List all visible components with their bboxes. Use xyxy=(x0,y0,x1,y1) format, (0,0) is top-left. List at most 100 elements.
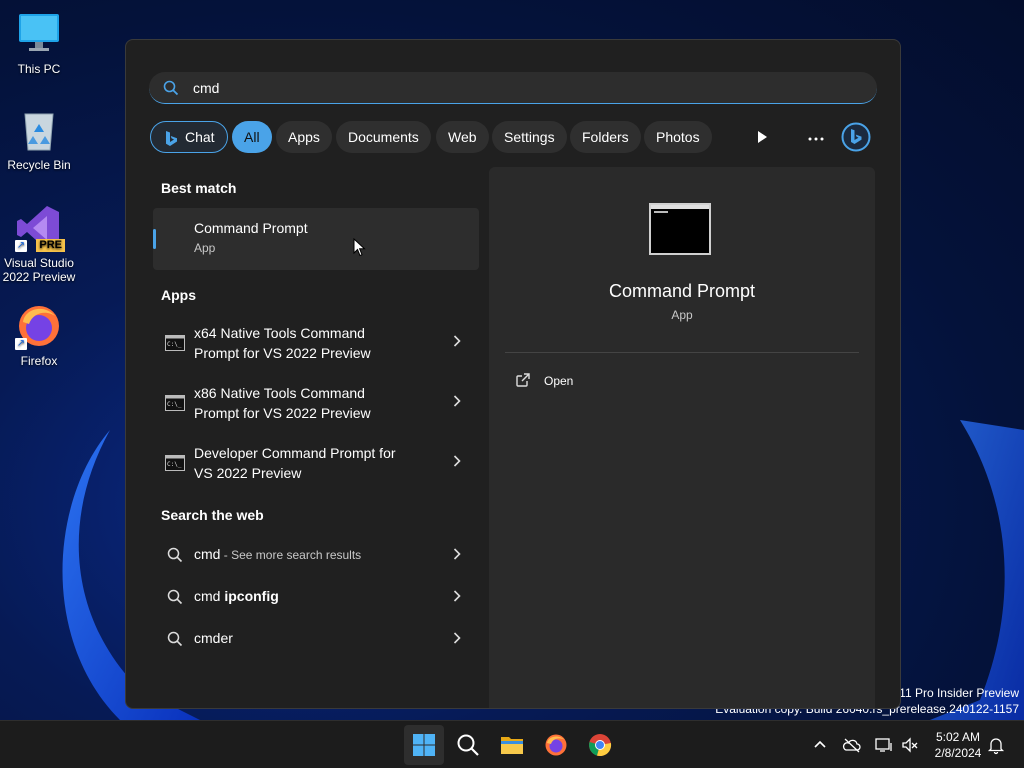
desktop-icon-this-pc[interactable]: This PC xyxy=(0,10,78,76)
best-match-command-prompt[interactable]: Command Prompt App xyxy=(153,208,479,270)
search-input[interactable] xyxy=(191,72,855,104)
app-x64-native-tools[interactable]: C:\_ x64 Native Tools Command Prompt for… xyxy=(153,314,479,372)
chrome-taskbar-button[interactable] xyxy=(580,725,620,765)
svg-text:C:\_: C:\_ xyxy=(167,461,182,468)
filter-label: Web xyxy=(448,129,477,145)
chevron-right-icon[interactable] xyxy=(453,394,461,413)
filter-bar: Chat All Apps Documents Web Settings Fol… xyxy=(150,121,876,153)
web-result-cmd[interactable]: cmd - See more search results xyxy=(153,536,479,574)
recycle-bin-icon xyxy=(15,106,63,154)
command-prompt-icon: C:\_ xyxy=(165,335,185,356)
chevron-right-icon[interactable] xyxy=(453,334,461,353)
filter-web[interactable]: Web xyxy=(436,121,489,153)
command-prompt-icon: C:\_ xyxy=(165,395,185,416)
notification-bell-icon[interactable] xyxy=(986,735,1006,755)
app-line2: VS 2022 Preview xyxy=(194,465,302,481)
file-explorer-button[interactable] xyxy=(492,725,532,765)
open-external-icon xyxy=(515,372,531,393)
app-line1: Developer Command Prompt for xyxy=(194,445,396,461)
web-result-text: cmd - See more search results xyxy=(194,546,361,562)
bing-icon[interactable] xyxy=(840,121,872,153)
filter-folders[interactable]: Folders xyxy=(570,121,641,153)
desktop-icon-label: Recycle Bin xyxy=(7,158,71,172)
web-hint: - See more search results xyxy=(220,548,362,562)
start-button[interactable] xyxy=(404,725,444,765)
web-suggestion: ipconfig xyxy=(224,588,279,604)
onedrive-offline-icon[interactable] xyxy=(842,735,862,755)
search-web-heading: Search the web xyxy=(161,507,264,523)
command-prompt-icon: C:\_ xyxy=(165,455,185,476)
chevron-right-icon[interactable] xyxy=(453,631,461,650)
open-label: Open xyxy=(544,374,574,388)
clock-date: 2/8/2024 xyxy=(934,746,982,760)
apps-heading: Apps xyxy=(161,287,196,303)
preview-subtitle: App xyxy=(671,308,693,322)
preview-pane: Command Prompt App Open xyxy=(489,167,875,708)
filter-label: Documents xyxy=(348,129,419,145)
filter-photos[interactable]: Photos xyxy=(644,121,712,153)
desktop-icon-recycle-bin[interactable]: Recycle Bin xyxy=(0,106,78,172)
clock-time: 5:02 AM xyxy=(935,730,981,744)
app-developer-command-prompt[interactable]: C:\_ Developer Command Prompt for VS 202… xyxy=(153,434,479,492)
filter-chat[interactable]: Chat xyxy=(150,121,228,153)
monitor-icon xyxy=(15,10,63,58)
filter-apps[interactable]: Apps xyxy=(276,121,332,153)
volume-muted-icon[interactable] xyxy=(900,735,920,755)
filter-label: Settings xyxy=(504,129,555,145)
search-panel: Chat All Apps Documents Web Settings Fol… xyxy=(125,39,901,709)
filter-label: Folders xyxy=(582,129,629,145)
filter-label: All xyxy=(244,129,260,145)
svg-text:C:\_: C:\_ xyxy=(167,401,182,408)
web-result-text: cmder xyxy=(194,630,233,646)
command-prompt-large-icon xyxy=(649,203,711,255)
show-hidden-icons-chevron-up-icon[interactable] xyxy=(810,735,830,755)
mouse-cursor-icon xyxy=(353,238,366,257)
shortcut-arrow-icon: ↗ xyxy=(15,338,27,350)
app-line2: Prompt for VS 2022 Preview xyxy=(194,405,371,421)
chrome-icon xyxy=(589,734,612,757)
chevron-right-icon[interactable] xyxy=(453,454,461,473)
clock[interactable]: 5:02 AM 2/8/2024 xyxy=(926,729,990,761)
web-result-cmder[interactable]: cmder xyxy=(153,620,479,658)
search-icon xyxy=(163,80,179,101)
more-filters-play-icon[interactable] xyxy=(746,121,778,153)
best-match-title: Command Prompt xyxy=(194,220,308,236)
app-x86-native-tools[interactable]: C:\_ x86 Native Tools Command Prompt for… xyxy=(153,374,479,432)
best-match-subtitle: App xyxy=(194,241,216,255)
desktop-icon-label: Firefox xyxy=(20,354,58,368)
desktop-icon-label: This PC xyxy=(17,62,61,76)
search-icon xyxy=(167,547,183,568)
desktop-icon-visual-studio[interactable]: PRE ↗ Visual Studio 2022 Preview xyxy=(0,204,78,284)
search-icon xyxy=(167,631,183,652)
filter-label: Chat xyxy=(185,129,215,145)
preview-title: Command Prompt xyxy=(608,281,756,301)
search-icon xyxy=(167,589,183,610)
watermark-line1: s 11 Pro Insider Preview xyxy=(889,686,1019,700)
bing-chat-icon xyxy=(163,128,179,158)
filter-settings[interactable]: Settings xyxy=(492,121,567,153)
chevron-right-icon[interactable] xyxy=(453,547,461,566)
windows-logo-icon xyxy=(413,734,435,756)
firefox-icon xyxy=(545,734,567,756)
desktop-icon-firefox[interactable]: ↗ Firefox xyxy=(0,302,78,368)
filter-documents[interactable]: Documents xyxy=(336,121,431,153)
search-icon xyxy=(457,734,479,756)
selection-indicator xyxy=(153,229,156,249)
chevron-right-icon[interactable] xyxy=(453,589,461,608)
visual-studio-icon: PRE ↗ xyxy=(15,204,65,252)
firefox-taskbar-button[interactable] xyxy=(536,725,576,765)
filter-all[interactable]: All xyxy=(232,121,272,153)
pre-badge: PRE xyxy=(36,239,65,252)
more-options-icon[interactable] xyxy=(800,121,832,153)
svg-text:C:\_: C:\_ xyxy=(167,341,182,348)
search-box[interactable] xyxy=(149,72,877,104)
web-query: cmd xyxy=(194,588,225,604)
network-icon[interactable] xyxy=(874,735,894,755)
taskbar: 5:02 AM 2/8/2024 xyxy=(0,720,1024,768)
taskbar-search-button[interactable] xyxy=(448,725,488,765)
filter-label: Photos xyxy=(656,129,700,145)
app-line1: x86 Native Tools Command xyxy=(194,385,365,401)
web-result-cmd-ipconfig[interactable]: cmd ipconfig xyxy=(153,578,479,616)
divider xyxy=(505,352,859,353)
folder-icon xyxy=(501,737,523,754)
